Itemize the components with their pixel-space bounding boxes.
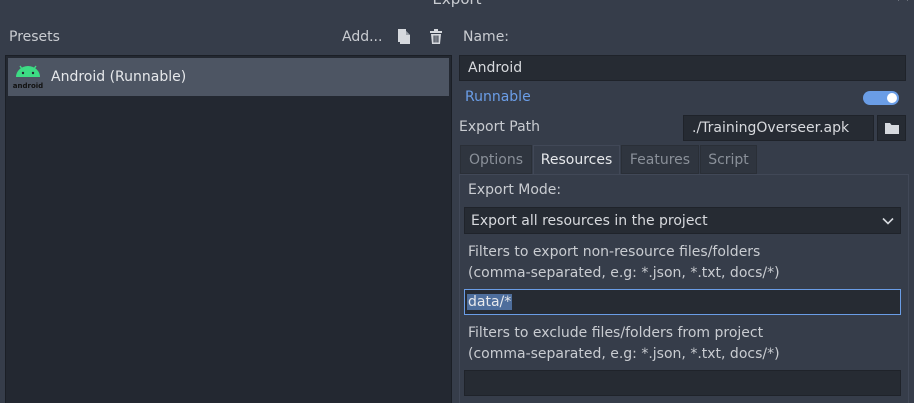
filters-label: Filters to export non-resource files/fol… <box>468 242 780 284</box>
name-field[interactable]: Android <box>459 55 906 81</box>
export-mode-label: Export Mode: <box>468 182 562 198</box>
close-icon[interactable] <box>896 0 910 2</box>
exclude-label-line1: Filters to exclude files/folders from pr… <box>468 325 764 341</box>
browse-folder-button[interactable] <box>877 115 906 141</box>
folder-icon <box>884 123 899 134</box>
export-path-label: Export Path <box>459 119 541 135</box>
exclude-label-line2: (comma-separated, e.g: *.json, *.txt, do… <box>468 346 780 362</box>
tab-script[interactable]: Script <box>700 145 757 174</box>
runnable-label: Runnable <box>465 89 531 105</box>
tab-features[interactable]: Features <box>621 145 699 174</box>
export-path-field[interactable]: ./TrainingOverseer.apk <box>683 115 874 141</box>
export-mode-value: Export all resources in the project <box>471 212 708 229</box>
android-icon-text: android <box>13 82 43 90</box>
export-mode-select[interactable]: Export all resources in the project <box>464 207 901 234</box>
tab-options[interactable]: Options <box>460 145 532 174</box>
chevron-down-icon <box>882 217 894 225</box>
tab-resources[interactable]: Resources <box>533 145 620 174</box>
runnable-toggle[interactable] <box>863 91 899 105</box>
exclude-filters-input[interactable] <box>464 370 901 396</box>
window-title: Export <box>0 0 914 8</box>
duplicate-icon[interactable] <box>396 28 414 46</box>
exclude-filters-label: Filters to exclude files/folders from pr… <box>468 323 780 365</box>
preset-list: android Android (Runnable) <box>5 55 452 403</box>
filters-label-line2: (comma-separated, e.g: *.json, *.txt, do… <box>468 265 780 281</box>
android-icon: android <box>13 65 43 90</box>
add-preset-button[interactable]: Add... <box>342 29 382 45</box>
trash-icon[interactable] <box>427 28 445 46</box>
presets-label: Presets <box>9 29 60 45</box>
toggle-knob <box>887 93 897 103</box>
filters-input-value: data/* <box>467 294 513 310</box>
filters-label-line1: Filters to export non-resource files/fol… <box>468 244 761 260</box>
name-label: Name: <box>463 29 510 45</box>
preset-item-label: Android (Runnable) <box>51 69 187 85</box>
preset-item-android[interactable]: android Android (Runnable) <box>8 58 449 96</box>
filters-input[interactable]: data/* <box>464 289 901 315</box>
